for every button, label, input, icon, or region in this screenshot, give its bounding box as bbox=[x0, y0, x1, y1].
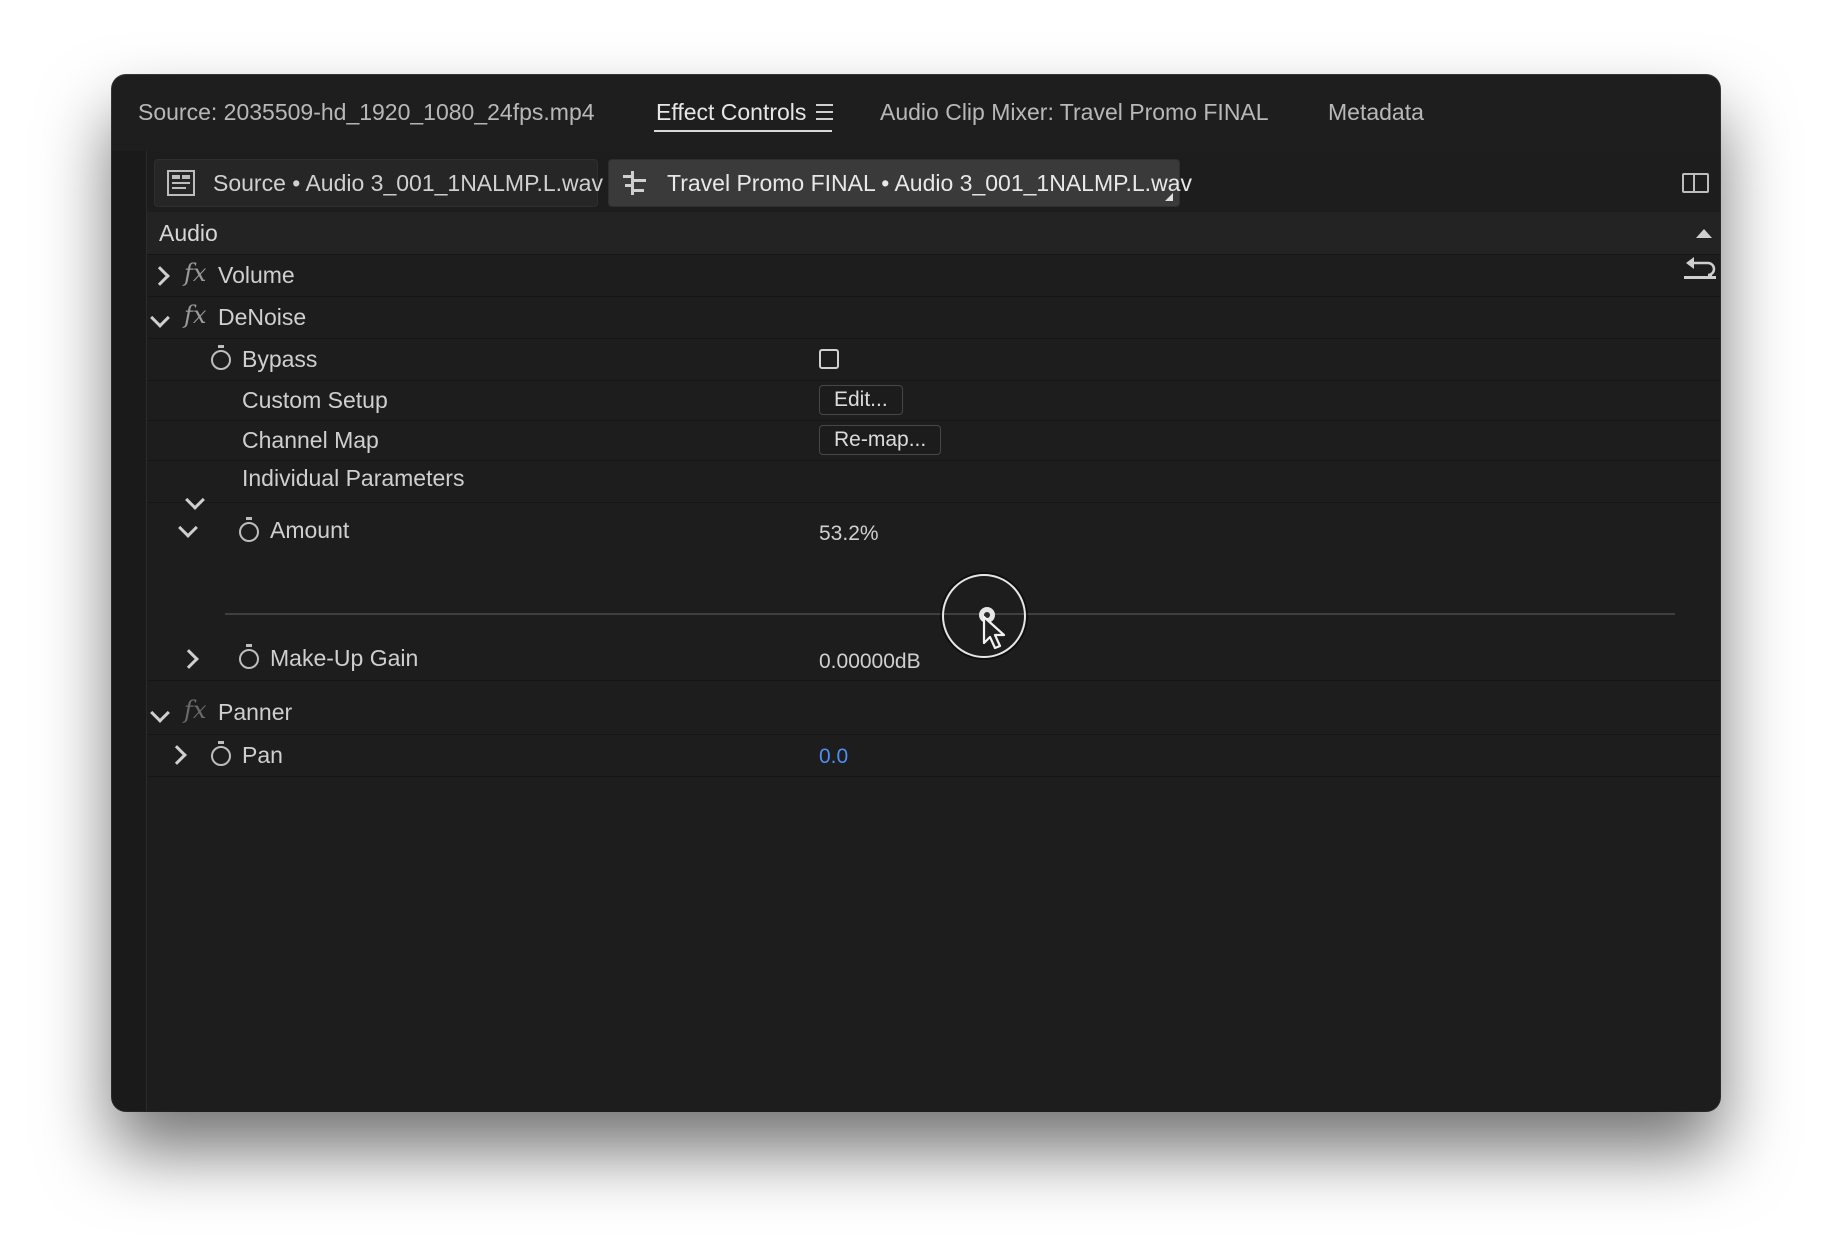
scroll-up-icon[interactable] bbox=[1696, 229, 1712, 238]
effect-row-panner[interactable]: fx Panner bbox=[147, 690, 1720, 735]
param-row-custom-setup: Custom Setup Edit... bbox=[147, 380, 1720, 421]
reset-icon[interactable] bbox=[1684, 257, 1716, 279]
effect-row-volume[interactable]: fx Volume bbox=[147, 254, 1720, 297]
dropdown-corner-icon bbox=[1165, 193, 1173, 201]
param-row-amount: Amount 53.2% bbox=[147, 502, 1720, 612]
param-row-bypass: Bypass bbox=[147, 338, 1720, 381]
stopwatch-icon[interactable] bbox=[211, 741, 231, 766]
param-label: Make-Up Gain bbox=[270, 645, 419, 671]
stopwatch-icon[interactable] bbox=[211, 345, 231, 370]
bypass-checkbox[interactable] bbox=[819, 349, 839, 369]
param-row-channel-map: Channel Map Re-map... bbox=[147, 420, 1720, 461]
edit-button[interactable]: Edit... bbox=[819, 385, 903, 415]
left-gutter bbox=[112, 151, 147, 1111]
clip-tab-source[interactable]: Source • Audio 3_001_1NALMP.L.wav bbox=[154, 159, 603, 207]
param-row-individual-parameters: Individual Parameters bbox=[147, 460, 1720, 503]
param-label: Channel Map bbox=[242, 427, 379, 453]
tab-audio-clip-mixer[interactable]: Audio Clip Mixer: Travel Promo FINAL bbox=[880, 99, 1269, 126]
param-row-pan: Pan 0.0 bbox=[147, 734, 1720, 777]
effect-controls-window: Source: 2035509-hd_1920_1080_24fps.mp4 E… bbox=[112, 75, 1720, 1111]
param-label: Amount bbox=[270, 517, 350, 543]
show-timeline-toggle-icon[interactable] bbox=[1682, 173, 1709, 193]
tab-source[interactable]: Source: 2035509-hd_1920_1080_24fps.mp4 bbox=[138, 99, 595, 126]
fx-icon[interactable]: fx bbox=[184, 696, 206, 724]
param-label: Individual Parameters bbox=[242, 465, 465, 491]
fx-icon[interactable]: fx bbox=[184, 259, 206, 287]
fx-icon[interactable]: fx bbox=[184, 301, 206, 329]
clip-tab-sequence[interactable]: Travel Promo FINAL • Audio 3_001_1NALMP.… bbox=[608, 159, 1192, 207]
makeup-gain-value[interactable]: 0.00000dB bbox=[819, 650, 921, 674]
stopwatch-icon[interactable] bbox=[239, 644, 259, 669]
panel-tab-bar: Source: 2035509-hd_1920_1080_24fps.mp4 E… bbox=[112, 75, 1720, 151]
tab-metadata[interactable]: Metadata bbox=[1328, 99, 1424, 126]
panel-menu-icon[interactable] bbox=[816, 104, 833, 120]
sequence-clip-icon bbox=[623, 171, 646, 195]
effect-name: Panner bbox=[218, 699, 293, 725]
amount-value[interactable]: 53.2% bbox=[819, 522, 879, 546]
stopwatch-icon[interactable] bbox=[239, 517, 259, 542]
param-label: Custom Setup bbox=[242, 387, 388, 413]
section-title: Audio bbox=[159, 220, 218, 246]
active-tab-underline bbox=[654, 130, 832, 132]
pan-value[interactable]: 0.0 bbox=[819, 745, 848, 769]
source-clip-icon bbox=[167, 170, 195, 196]
audio-section-header: Audio bbox=[147, 212, 1720, 255]
clip-tab-source-label: Source • Audio 3_001_1NALMP.L.wav bbox=[213, 170, 603, 196]
param-label: Bypass bbox=[242, 346, 318, 372]
effect-name: DeNoise bbox=[218, 304, 307, 330]
tab-effect-controls[interactable]: Effect Controls bbox=[656, 99, 806, 126]
clip-tab-sequence-label: Travel Promo FINAL • Audio 3_001_1NALMP.… bbox=[667, 170, 1192, 196]
remap-button[interactable]: Re-map... bbox=[819, 425, 942, 455]
param-row-makeup-gain: Make-Up Gain 0.00000dB bbox=[147, 636, 1720, 681]
effect-row-denoise[interactable]: fx DeNoise bbox=[147, 296, 1720, 339]
param-label: Pan bbox=[242, 742, 283, 768]
effect-name: Volume bbox=[218, 262, 295, 288]
